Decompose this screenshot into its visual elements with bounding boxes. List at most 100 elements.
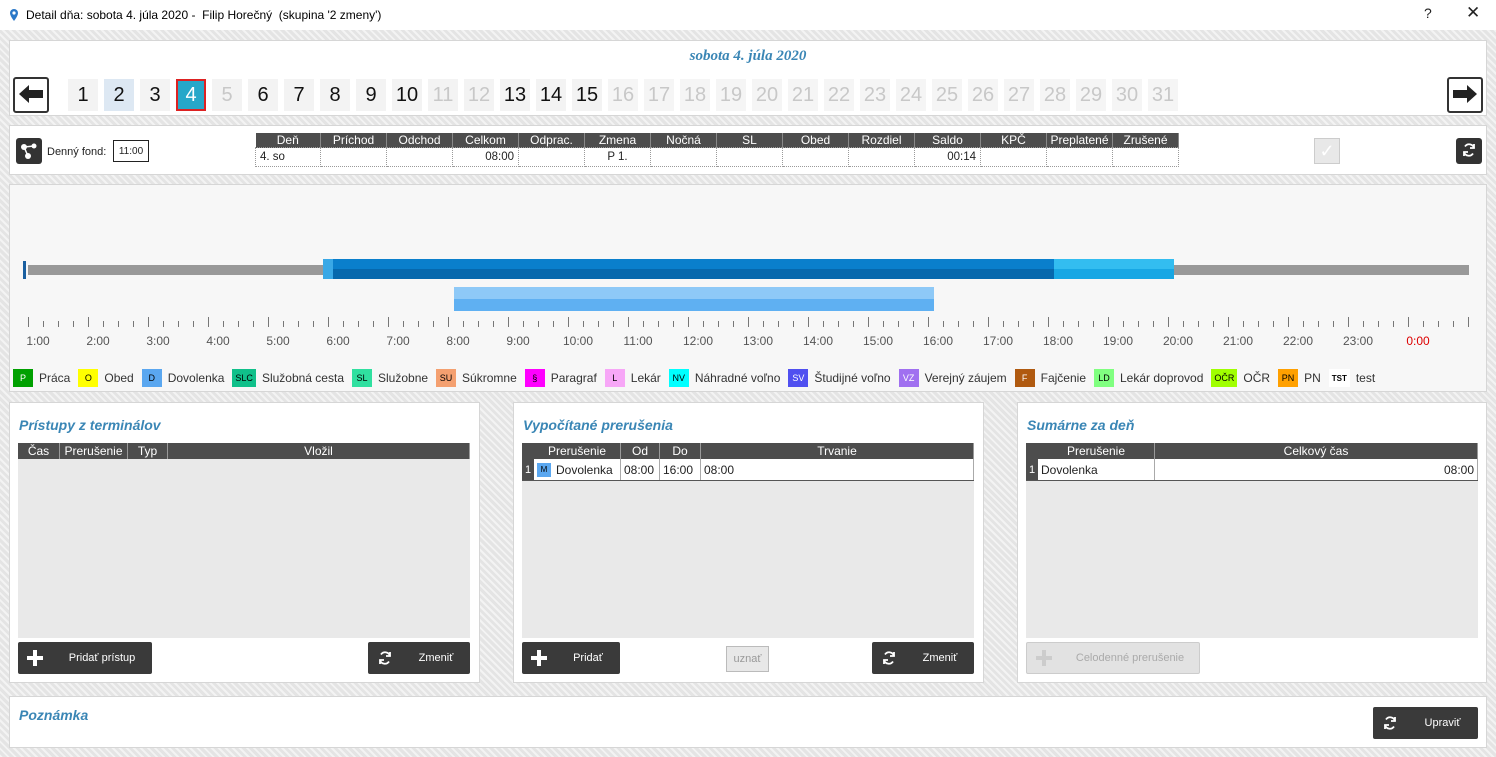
col-interruption[interactable]: Prerušenie: [534, 443, 621, 459]
next-day-button[interactable]: [1447, 77, 1483, 113]
day-button[interactable]: 7: [284, 79, 314, 111]
summary-header: Odprac.: [518, 133, 585, 148]
change-access-button[interactable]: Zmeniť: [368, 642, 470, 674]
refresh-icon: [368, 650, 402, 666]
totals-grid[interactable]: Prerušenie Celkový čas 1 Dovolenka 08:00: [1026, 443, 1478, 638]
day-button[interactable]: 11: [428, 79, 458, 111]
accept-button[interactable]: uznať: [726, 646, 769, 672]
summary-header: KPČ: [980, 133, 1047, 148]
day-button[interactable]: 24: [896, 79, 926, 111]
location-pin-icon: [8, 8, 20, 22]
legend-label: Študijné voľno: [814, 371, 891, 385]
work-bar-end[interactable]: [1054, 259, 1174, 279]
legend-label: Dovolenka: [167, 371, 225, 385]
legend-label: Náhradné voľno: [694, 371, 781, 385]
day-button[interactable]: 26: [968, 79, 998, 111]
change-break-button[interactable]: Zmeniť: [872, 642, 974, 674]
day-button[interactable]: 14: [536, 79, 566, 111]
day-button[interactable]: 20: [752, 79, 782, 111]
window-title: Detail dňa: sobota 4. júla 2020 - Filip …: [26, 8, 382, 22]
day-button[interactable]: 30: [1112, 79, 1142, 111]
legend-item: SV Študijné voľno: [788, 369, 891, 387]
day-button[interactable]: 25: [932, 79, 962, 111]
breaks-grid[interactable]: Prerušenie Od Do Trvanie 1 M Dovolenka 0…: [522, 443, 974, 638]
previous-day-button[interactable]: [13, 77, 49, 113]
arrow-right-icon: [1451, 84, 1479, 107]
totals-title: Sumárne za deň: [1027, 417, 1135, 433]
day-button[interactable]: 22: [824, 79, 854, 111]
legend-swatch: SU: [436, 369, 457, 387]
day-button[interactable]: 16: [608, 79, 638, 111]
timeline-panel: 1:00 2:00 3:00 4:00 5:00 6:00 7:00 8:00 9:00 10:0…: [9, 184, 1487, 392]
legend-label: Súkromne: [462, 371, 517, 385]
confirm-button[interactable]: ✓: [1314, 138, 1340, 164]
work-bar-start[interactable]: [323, 259, 333, 279]
totals-row[interactable]: 1 Dovolenka 08:00: [1026, 459, 1478, 481]
day-button[interactable]: 10: [392, 79, 422, 111]
day-button[interactable]: 21: [788, 79, 818, 111]
main-area: sobota 4. júla 2020 1 2 3 4 5 6 7 8 9 10 11 12 13 14 1…: [0, 30, 1496, 757]
day-button[interactable]: 4: [176, 79, 206, 111]
col-interruption[interactable]: Prerušenie: [1038, 443, 1155, 459]
work-shift-bar[interactable]: [333, 259, 1054, 279]
access-grid[interactable]: Čas Prerušenie Typ Vložil: [18, 443, 470, 638]
close-button[interactable]: ✕: [1466, 3, 1480, 23]
legend-label: Práca: [39, 371, 71, 385]
breaks-row[interactable]: 1 M Dovolenka 08:00 16:00 08:00: [522, 459, 974, 481]
legend: P Práca O Obed D Dovolenka SLC Služobná cesta SL…: [13, 369, 1383, 387]
total-name-cell: Dovolenka: [1038, 459, 1155, 480]
break-to-cell: 16:00: [660, 459, 701, 480]
col-type[interactable]: Typ: [128, 443, 168, 459]
day-button[interactable]: 3: [140, 79, 170, 111]
day-button[interactable]: 18: [680, 79, 710, 111]
help-button[interactable]: ?: [1424, 5, 1432, 21]
day-button[interactable]: 12: [464, 79, 494, 111]
day-button[interactable]: 9: [356, 79, 386, 111]
day-button[interactable]: 1: [68, 79, 98, 111]
hour-labels: 1:00 2:00 3:00 4:00 5:00 6:00 7:00 8:00 9:00 10:0…: [10, 334, 1488, 348]
col-duration[interactable]: Trvanie: [701, 443, 974, 459]
col-time[interactable]: Čas: [18, 443, 60, 459]
col-total-time[interactable]: Celkový čas: [1155, 443, 1478, 459]
col-to[interactable]: Do: [660, 443, 701, 459]
fund-value-field[interactable]: 11:00: [113, 140, 149, 162]
share-nodes-icon[interactable]: [16, 138, 42, 164]
legend-swatch: §: [524, 369, 545, 387]
legend-item: VZ Verejný záujem: [898, 369, 1007, 387]
hour-label: 3:00: [146, 334, 170, 348]
day-button[interactable]: 13: [500, 79, 530, 111]
add-access-button[interactable]: Pridať prístup: [18, 642, 152, 674]
vacation-badge: M: [537, 462, 551, 477]
legend-swatch: F: [1014, 369, 1035, 387]
day-button[interactable]: 17: [644, 79, 674, 111]
day-button[interactable]: 27: [1004, 79, 1034, 111]
day-button[interactable]: 15: [572, 79, 602, 111]
summary-cell: 08:00: [452, 147, 519, 167]
breaks-grid-header: Prerušenie Od Do Trvanie: [522, 443, 974, 459]
legend-swatch: OČR: [1211, 369, 1238, 387]
add-break-button[interactable]: Pridať: [522, 642, 620, 674]
day-button[interactable]: 19: [716, 79, 746, 111]
legend-item: P Práca: [13, 369, 70, 387]
day-button[interactable]: 29: [1076, 79, 1106, 111]
day-button[interactable]: 2: [104, 79, 134, 111]
hour-label: 11:00: [623, 334, 653, 348]
leave-bar[interactable]: [454, 287, 934, 311]
col-interruption[interactable]: Prerušenie: [60, 443, 128, 459]
hour-label: 14:00: [802, 334, 834, 348]
day-button[interactable]: 28: [1040, 79, 1070, 111]
legend-item: NV Náhradné voľno: [668, 369, 781, 387]
day-button[interactable]: 31: [1148, 79, 1178, 111]
edit-note-button[interactable]: Upraviť: [1373, 707, 1478, 739]
total-time-cell: 08:00: [1155, 459, 1478, 480]
day-button[interactable]: 6: [248, 79, 278, 111]
refresh-button[interactable]: [1456, 138, 1482, 164]
col-inserted-by[interactable]: Vložil: [168, 443, 470, 459]
summary-header: Saldo: [914, 133, 981, 148]
day-button[interactable]: 5: [212, 79, 242, 111]
fullday-break-button[interactable]: Celodenné prerušenie: [1026, 642, 1200, 674]
col-from[interactable]: Od: [621, 443, 660, 459]
day-button[interactable]: 23: [860, 79, 890, 111]
summary-cell: [1112, 147, 1179, 167]
day-button[interactable]: 8: [320, 79, 350, 111]
